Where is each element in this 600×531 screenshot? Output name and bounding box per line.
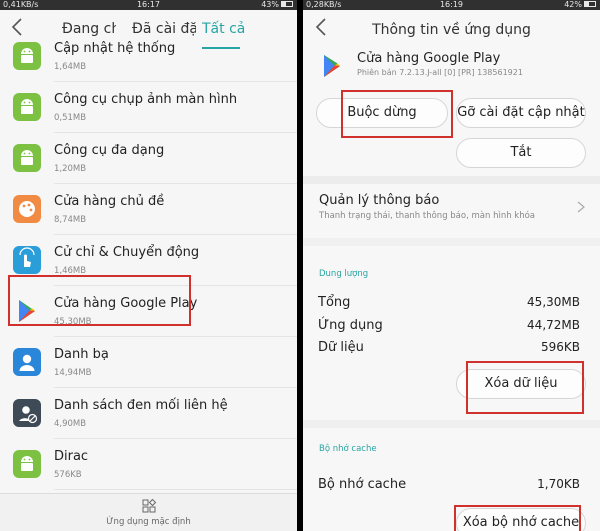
storage-total-label: Tổng xyxy=(318,295,351,310)
app-name: Danh bạ xyxy=(54,347,109,362)
gesture-icon xyxy=(13,246,41,274)
storage-data-value: 596KB xyxy=(540,340,580,354)
status-bar: 0,41KB/s 16:17 43% xyxy=(0,0,297,10)
clock: 16:19 xyxy=(439,0,464,9)
default-apps-bar[interactable]: Ứng dụng mặc định xyxy=(0,493,297,531)
storage-data-row: Dữ liệu 596KB xyxy=(303,340,600,360)
clear-data-button[interactable]: Xóa dữ liệu xyxy=(456,369,586,399)
app-row[interactable]: Dirac 576KB xyxy=(0,439,297,490)
default-apps-label: Ứng dụng mặc định xyxy=(106,517,191,527)
section-divider xyxy=(303,176,600,184)
app-name: Cửa hàng chủ đề xyxy=(54,194,165,209)
uninstall-updates-button[interactable]: Gỡ cài đặt cập nhật xyxy=(456,98,586,128)
notifications-title: Quản lý thông báo xyxy=(319,193,440,208)
contacts-icon xyxy=(13,348,41,376)
app-row[interactable]: Cửa hàng Google Play 45,30MB xyxy=(0,286,297,337)
app-row[interactable]: Công cụ đa dạng 1,20MB xyxy=(0,133,297,184)
app-size: 1,20MB xyxy=(54,164,87,174)
status-bar: 0,28KB/s 16:19 42% xyxy=(303,0,600,10)
app-row[interactable]: Danh bạ 14,94MB xyxy=(0,337,297,388)
clear-cache-button[interactable]: Xóa bộ nhớ cache xyxy=(456,508,586,531)
app-size: 0,51MB xyxy=(54,113,87,123)
app-row[interactable]: Cập nhật hệ thống 1,64MB xyxy=(0,31,297,82)
app-name: Công cụ đa dạng xyxy=(54,143,165,158)
manage-notifications-row[interactable]: Quản lý thông báo Thanh trạng thái, than… xyxy=(303,193,600,223)
app-name: Công cụ chụp ảnh màn hình xyxy=(54,92,238,107)
disable-button[interactable]: Tắt xyxy=(456,138,586,168)
app-size: 8,74MB xyxy=(54,215,87,225)
app-name: Cửa hàng Google Play xyxy=(54,296,198,311)
force-stop-button[interactable]: Buộc dừng xyxy=(316,98,448,128)
app-size: 1,64MB xyxy=(54,62,87,72)
storage-app-row: Ứng dụng 44,72MB xyxy=(303,318,600,338)
battery-level-fill xyxy=(585,1,590,6)
section-divider xyxy=(303,238,600,246)
app-name: Cập nhật hệ thống xyxy=(54,41,176,56)
app-name: Cử chỉ & Chuyển động xyxy=(54,245,200,260)
page-title: Thông tin về ứng dụng xyxy=(372,22,531,38)
google-play-icon xyxy=(324,55,340,77)
app-size: 14,94MB xyxy=(54,368,92,378)
row-separator xyxy=(54,489,297,490)
section-divider xyxy=(303,420,600,428)
android-icon xyxy=(13,144,41,172)
cache-header: Bộ nhớ cache xyxy=(319,444,377,454)
app-row[interactable]: Cửa hàng chủ đề 8,74MB xyxy=(0,184,297,235)
battery-indicator: 43% xyxy=(261,0,293,10)
android-icon xyxy=(13,42,41,70)
app-name: Cửa hàng Google Play xyxy=(357,51,501,66)
app-row[interactable]: Cử chỉ & Chuyển động 1,46MB xyxy=(0,235,297,286)
android-icon xyxy=(13,93,41,121)
palette-icon xyxy=(13,195,41,223)
battery-level-fill xyxy=(282,1,287,6)
app-version: Phiên bản 7.2.13.J-all [0] [PR] 13856192… xyxy=(357,68,523,77)
app-row[interactable]: Công cụ chụp ảnh màn hình 0,51MB xyxy=(0,82,297,133)
grid-icon xyxy=(142,498,156,513)
app-size: 1,46MB xyxy=(54,266,87,276)
cache-row: Bộ nhớ cache 1,70KB xyxy=(303,477,600,497)
app-name: Dirac xyxy=(54,449,89,464)
storage-header: Dung lượng xyxy=(319,269,369,279)
app-size: 4,90MB xyxy=(54,419,87,429)
storage-app-label: Ứng dụng xyxy=(318,318,383,333)
app-list-screen: 0,41KB/s 16:17 43% Đang chạy Đã cài đặt … xyxy=(0,0,297,531)
app-info-screen: 0,28KB/s 16:19 42% Thông tin về ứng dụng… xyxy=(303,0,600,531)
cache-label: Bộ nhớ cache xyxy=(318,477,407,492)
battery-indicator: 42% xyxy=(564,0,596,10)
storage-total-row: Tổng 45,30MB xyxy=(303,295,600,315)
clock: 16:17 xyxy=(136,0,161,9)
battery-percent: 42% xyxy=(564,0,582,9)
storage-total-value: 45,30MB xyxy=(527,295,580,309)
blacklist-icon xyxy=(13,399,41,427)
cache-value: 1,70KB xyxy=(537,477,580,491)
storage-data-label: Dữ liệu xyxy=(318,340,364,355)
battery-icon xyxy=(281,0,293,7)
android-icon xyxy=(13,450,41,478)
chevron-right-icon xyxy=(577,201,585,213)
app-size: 45,30MB xyxy=(54,317,92,327)
app-name: Danh sách đen mối liên hệ xyxy=(54,398,228,413)
app-row[interactable]: Danh sách đen mối liên hệ 4,90MB xyxy=(0,388,297,439)
battery-percent: 43% xyxy=(261,0,279,9)
google-play-icon xyxy=(13,297,41,325)
storage-app-value: 44,72MB xyxy=(527,318,580,332)
battery-icon xyxy=(584,0,596,7)
notifications-subtitle: Thanh trạng thái, thanh thông báo, màn h… xyxy=(319,211,536,221)
app-size: 576KB xyxy=(54,470,82,480)
